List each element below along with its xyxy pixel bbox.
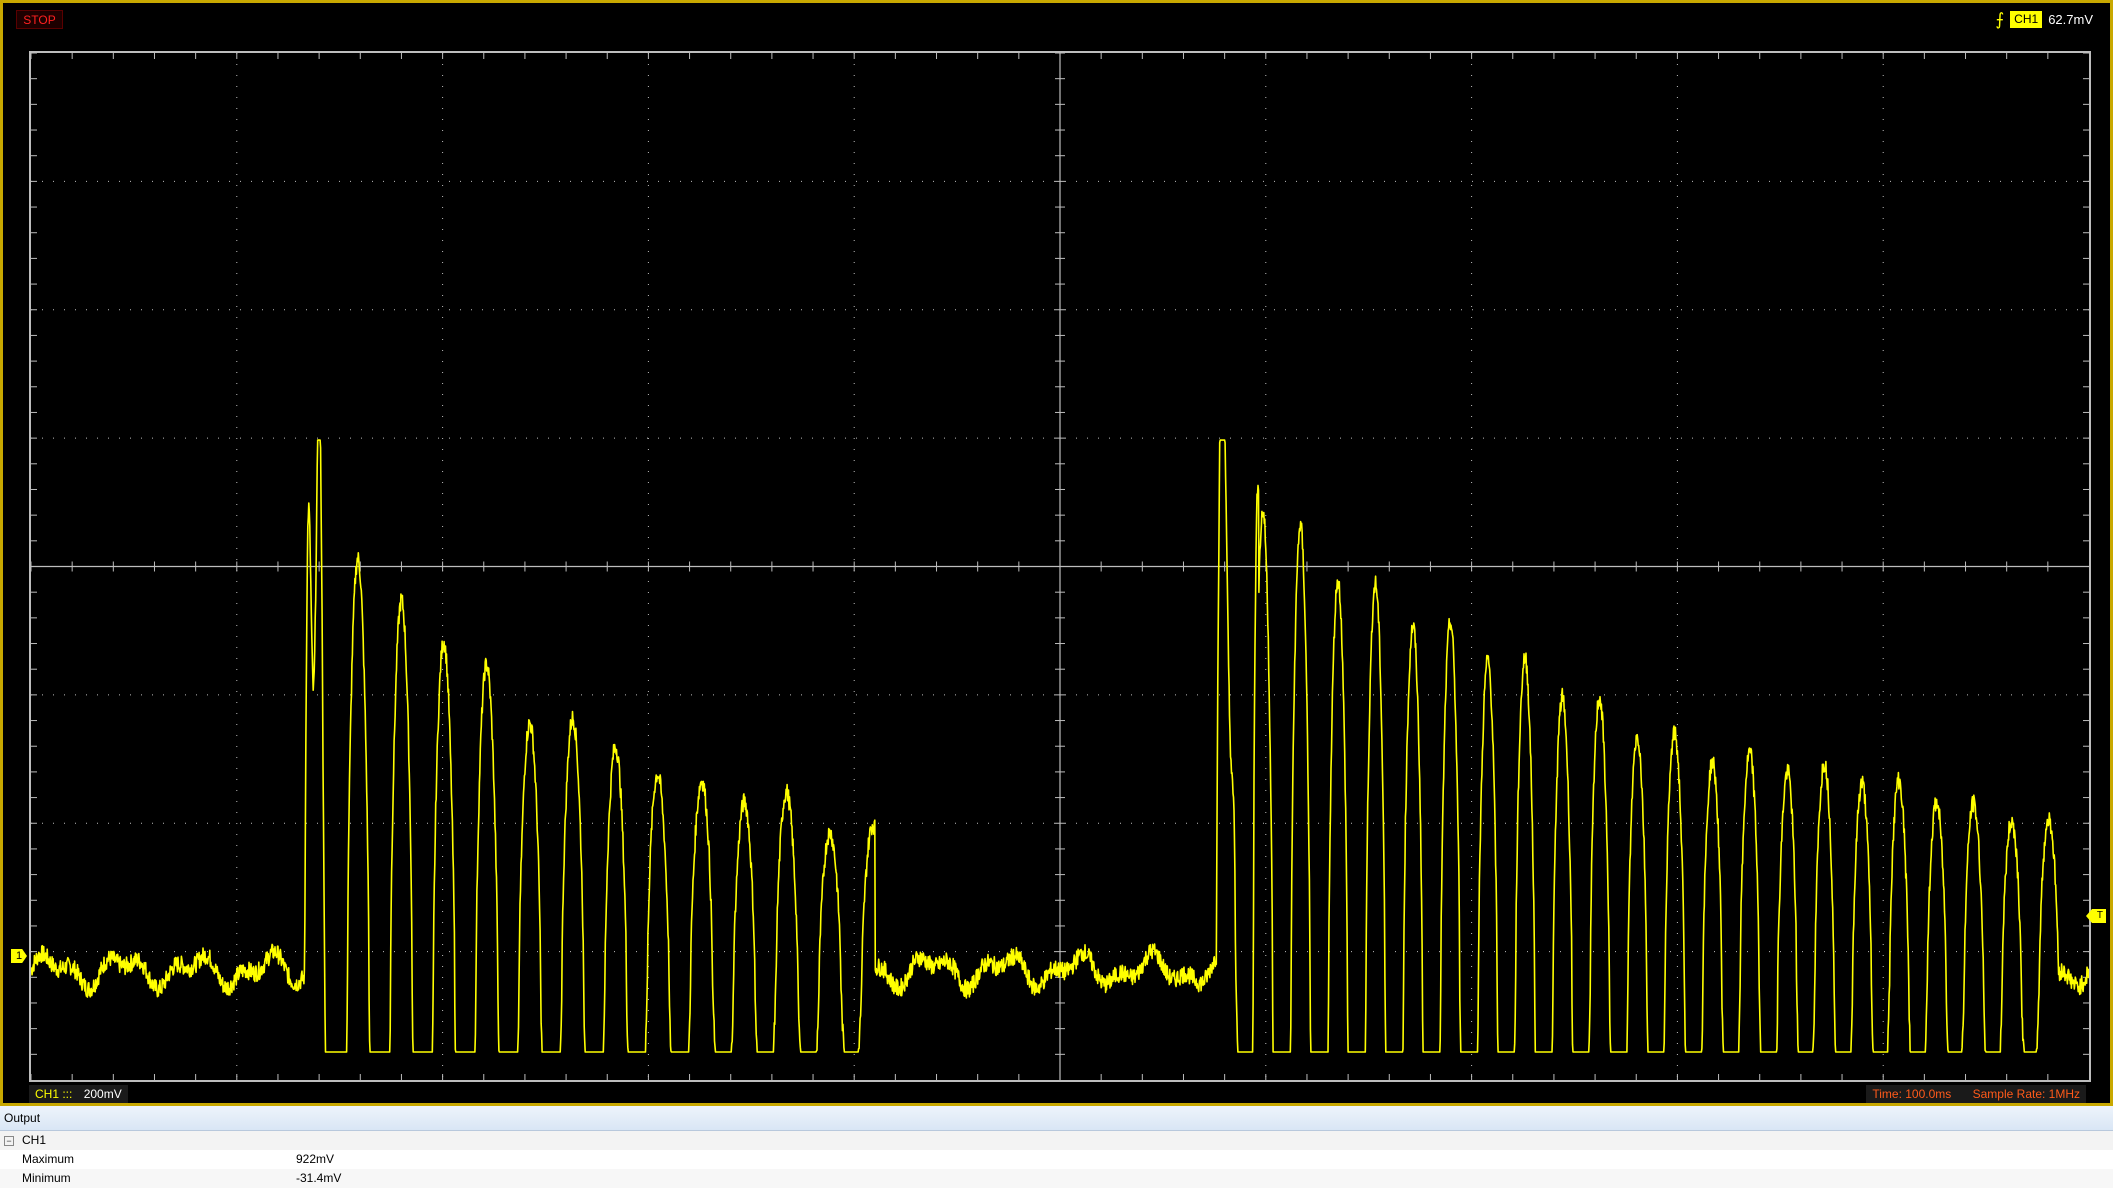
top-bar: STOP ⨍ CH1 62.7mV: [6, 6, 2107, 33]
collapse-icon[interactable]: −: [4, 1136, 14, 1146]
grid: [31, 53, 2089, 1080]
measurement-value: -31.4mV: [296, 1171, 342, 1185]
waveform-display[interactable]: [29, 51, 2091, 1082]
ch1-scale-readout[interactable]: CH1 ::: 200mV: [29, 1085, 128, 1103]
measurement-label: Minimum: [22, 1171, 71, 1185]
timebase-readout: Time: 100.0ms: [1872, 1087, 1952, 1101]
acquisition-info: Time: 100.0ms Sample Rate: 1MHz: [1866, 1085, 2086, 1103]
measurement-value: 922mV: [296, 1152, 335, 1166]
sample-rate-readout: Sample Rate: 1MHz: [1972, 1087, 2080, 1101]
trigger-level: 62.7mV: [2048, 12, 2093, 27]
ch1-volts-per-div: 200mV: [83, 1087, 122, 1101]
measurement-row-minimum: Minimum -31.4mV: [0, 1169, 2113, 1188]
output-panel: Output − CH1 Maximum 922mV Minimum -31.4…: [0, 1106, 2113, 1193]
run-state-button[interactable]: STOP: [16, 10, 63, 29]
waveform-svg: [31, 53, 2089, 1080]
scope-frame: STOP ⨍ CH1 62.7mV 1 T CH1 ::: 200mV Time…: [0, 0, 2113, 1106]
trigger-info[interactable]: ⨍ CH1 62.7mV: [1995, 10, 2093, 29]
trigger-channel-badge: CH1: [2010, 11, 2043, 28]
ch1-ground-marker[interactable]: 1: [11, 949, 27, 963]
output-channel-row[interactable]: − CH1: [0, 1131, 2113, 1150]
output-channel-label: CH1: [22, 1133, 47, 1147]
measurement-label: Maximum: [22, 1152, 75, 1166]
output-title: Output: [0, 1106, 2113, 1131]
rising-edge-icon: ⨍: [1995, 10, 2005, 29]
ch1-label: CH1 :::: [35, 1087, 73, 1101]
measurement-row-maximum: Maximum 922mV: [0, 1150, 2113, 1169]
bottom-bar: CH1 ::: 200mV Time: 100.0ms Sample Rate:…: [23, 1083, 2090, 1105]
